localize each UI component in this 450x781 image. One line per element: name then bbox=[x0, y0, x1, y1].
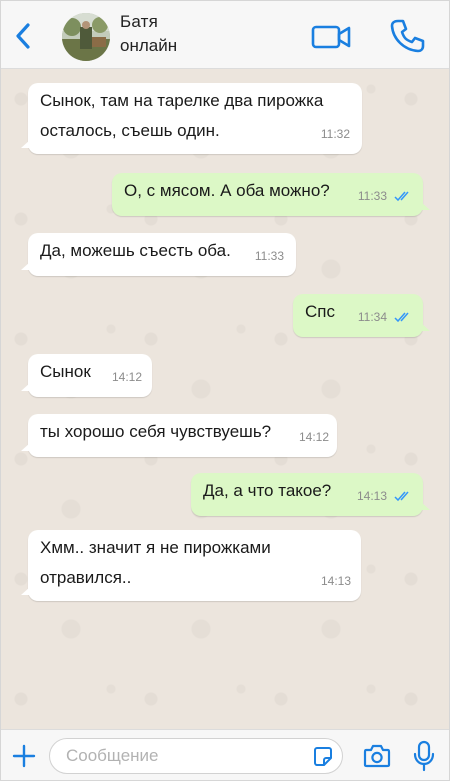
contact-name[interactable]: Батя bbox=[120, 12, 158, 32]
message-outgoing[interactable]: Да, а что такое? 14:13 bbox=[191, 473, 430, 516]
chat-screen: Батя онлайн Сынок, там на тарелке два пи… bbox=[0, 0, 450, 781]
message-time: 11:33 bbox=[254, 249, 284, 263]
message-incoming[interactable]: ты хорошо себя чувствуешь? 14:12 bbox=[21, 414, 337, 457]
message-outgoing[interactable]: Спс 11:34 bbox=[293, 294, 430, 337]
chevron-left-icon bbox=[16, 23, 30, 49]
message-text: осталось, съешь один. bbox=[40, 121, 220, 140]
video-call-button[interactable] bbox=[310, 21, 354, 53]
contact-status: онлайн bbox=[120, 36, 178, 55]
attach-button[interactable] bbox=[10, 742, 38, 770]
camera-icon bbox=[363, 744, 391, 768]
camera-button[interactable] bbox=[363, 743, 391, 769]
message-input-wrapper bbox=[49, 738, 343, 774]
message-text: Сынок, там на тарелке два пирожка bbox=[40, 91, 324, 110]
message-text: ты хорошо себя чувствуешь? bbox=[40, 422, 272, 441]
sticker-icon[interactable] bbox=[312, 746, 334, 768]
message-time: 14:13 bbox=[320, 574, 351, 588]
chat-header: Батя онлайн bbox=[1, 1, 449, 69]
message-time: 11:34 bbox=[357, 310, 387, 324]
plus-icon bbox=[12, 744, 36, 768]
message-text: отравился.. bbox=[40, 568, 132, 587]
avatar-photo bbox=[62, 13, 110, 61]
message-text: Хмм.. значит я не пирожками bbox=[40, 538, 271, 557]
back-button[interactable] bbox=[9, 19, 37, 53]
message-input[interactable] bbox=[66, 743, 306, 769]
message-list[interactable]: Сынок, там на тарелке два пирожка остало… bbox=[1, 69, 449, 729]
message-incoming[interactable]: Хмм.. значит я не пирожками отравился.. … bbox=[21, 530, 361, 601]
message-incoming[interactable]: Сынок, там на тарелке два пирожка остало… bbox=[21, 83, 362, 154]
voice-call-button[interactable] bbox=[385, 15, 429, 57]
phone-icon bbox=[390, 19, 425, 53]
double-check-icon bbox=[394, 312, 409, 323]
video-camera-icon bbox=[311, 25, 351, 49]
message-incoming[interactable]: Да, можешь съесть оба. 11:33 bbox=[21, 233, 296, 276]
double-check-icon bbox=[394, 191, 409, 202]
microphone-icon bbox=[413, 740, 435, 772]
message-time: 14:12 bbox=[298, 430, 329, 444]
composer-bar bbox=[1, 729, 449, 780]
double-check-icon bbox=[394, 491, 409, 502]
message-time: 11:33 bbox=[357, 189, 387, 203]
microphone-button[interactable] bbox=[412, 740, 436, 772]
message-time: 14:12 bbox=[111, 370, 142, 384]
message-incoming[interactable]: Сынок 14:12 bbox=[21, 354, 152, 397]
message-time: 11:32 bbox=[320, 127, 350, 141]
message-outgoing[interactable]: О, с мясом. А оба можно? 11:33 bbox=[112, 173, 430, 216]
message-text: Да, можешь съесть оба. bbox=[40, 241, 231, 260]
message-time: 14:13 bbox=[356, 489, 387, 503]
avatar[interactable] bbox=[62, 13, 110, 61]
